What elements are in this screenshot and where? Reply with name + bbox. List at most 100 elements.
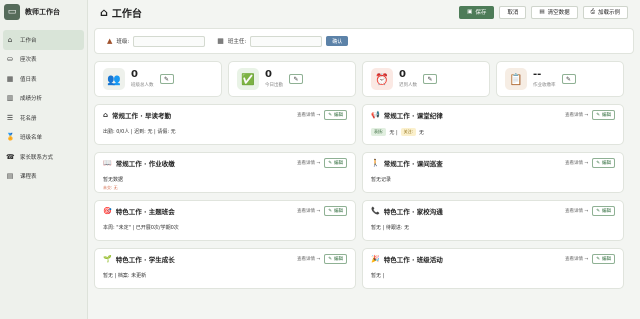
card-body-text: 暂无 | 档案: 未更新	[103, 273, 147, 279]
work-card: 🌱 特色工作 · 学生成长 查看详情 → ✎ 编辑 暂无 | 档案: 未更新	[94, 248, 356, 289]
pencil-icon: ✎	[328, 112, 332, 118]
edit-stat-button[interactable]: ✎	[423, 74, 437, 84]
edit-label: 编辑	[334, 161, 343, 166]
confirm-button[interactable]: 确认	[326, 36, 349, 46]
card-actions: 查看详情 → ✎ 编辑	[297, 206, 347, 216]
pencil-icon: ✎	[596, 160, 600, 166]
view-detail-link[interactable]: 查看详情 →	[565, 160, 588, 166]
sidebar-item-7[interactable]: ▤ 课程表	[0, 167, 87, 187]
card-title: 🚶 常规工作 · 课间巡查	[371, 158, 443, 168]
work-card: 🎯 特色工作 · 主题班会 查看详情 → ✎ 编辑 本周: "未定" | 已开展0次/…	[94, 200, 356, 241]
card-body-text: 暂无记录	[371, 177, 392, 183]
card-actions: 查看详情 → ✎ 编辑	[565, 158, 615, 168]
sidebar-item-1[interactable]: ⛀ 座次表	[0, 50, 87, 70]
cancel-label: 取消	[507, 10, 519, 16]
save-button[interactable]: ▣ 保存	[459, 5, 495, 19]
sidebar-item-label: 家长联系方式	[20, 154, 54, 161]
card-body: 暂无 | 待跟进: 无	[371, 224, 615, 231]
list-icon: ☰	[6, 113, 14, 122]
target-icon: 🎯	[103, 207, 112, 215]
card-actions: 查看详情 → ✎ 编辑	[565, 254, 615, 264]
stat-card: ✅ 0 今日出勤 ✎	[228, 61, 356, 97]
card-title-text: 常规工作 · 课堂纪律	[383, 112, 443, 120]
edit-stat-button[interactable]: ✎	[159, 74, 174, 84]
stat-value: 0	[399, 69, 406, 80]
teacher-input[interactable]	[250, 35, 323, 47]
edit-button[interactable]: ✎ 编辑	[592, 254, 615, 264]
sidebar-item-5[interactable]: 🏅 班级名单	[0, 128, 87, 148]
medal-icon: 🏅	[6, 133, 15, 142]
sidebar-item-0[interactable]: ⌂ 工作台	[3, 30, 84, 50]
stat-text: -- 作业收缴率	[533, 70, 556, 89]
view-detail-link[interactable]: 查看详情 →	[297, 160, 320, 166]
edit-button[interactable]: ✎ 编辑	[324, 254, 347, 264]
edit-button[interactable]: ✎ 编辑	[592, 110, 615, 120]
card-actions: 查看详情 → ✎ 编辑	[297, 254, 347, 264]
work-card: ⌂ 常规工作 · 早读考勤 查看详情 → ✎ 编辑 出勤: 0/0人 | 迟到: 无 …	[94, 104, 356, 145]
phone-icon: 📞	[371, 207, 380, 215]
edit-stat-button[interactable]: ✎	[289, 74, 303, 84]
view-detail-link[interactable]: 查看详情 →	[297, 208, 320, 214]
sidebar: ▭ 教师工作台 ⌂ 工作台 ⛀ 座次表 ▦ 值日表 ▥ 成绩分析 ☰ 花名册 🏅 班级名单 ☎ 家长联系方…	[0, 0, 88, 319]
edit-button[interactable]: ✎ 编辑	[324, 110, 347, 120]
clear-label: 清空数据	[547, 10, 570, 16]
edit-stat-button[interactable]: ✎	[561, 74, 576, 84]
sidebar-item-3[interactable]: ▥ 成绩分析	[0, 89, 87, 109]
sidebar-item-6[interactable]: ☎ 家长联系方式	[0, 147, 87, 167]
edit-label: 编辑	[602, 113, 611, 118]
stat-text: 0 班级总人数	[131, 70, 154, 89]
card-title: 🌱 特色工作 · 学生成长	[103, 254, 175, 264]
stat-label: 作业收缴率	[533, 83, 556, 88]
app-name: 教师工作台	[25, 8, 60, 16]
save-label: 保存	[475, 10, 487, 16]
toolbar: ▣ 保存 取消 ▤ 清空数据 ⎙ 加载示例	[459, 5, 628, 19]
card-title-text: 特色工作 · 班级活动	[383, 256, 443, 264]
sidebar-item-label: 工作台	[20, 37, 37, 44]
cancel-button[interactable]: 取消	[499, 5, 527, 19]
chart-icon: ▥	[6, 94, 14, 103]
sidebar-item-2[interactable]: ▦ 值日表	[0, 69, 87, 89]
edit-button[interactable]: ✎ 编辑	[592, 206, 615, 216]
page-title: ⌂ 工作台	[100, 5, 142, 20]
clear-icon: ▤	[539, 9, 545, 15]
work-cards: ⌂ 常规工作 · 早读考勤 查看详情 → ✎ 编辑 出勤: 0/0人 | 迟到: 无 …	[94, 104, 634, 289]
praise-tag: 表扬:	[371, 128, 387, 136]
card-body-text: 暂无 | 待跟进: 无	[371, 225, 410, 231]
top-bar: ⌂ 工作台 ▣ 保存 取消 ▤ 清空数据 ⎙ 加载示例	[94, 0, 634, 24]
work-card: 🚶 常规工作 · 课间巡查 查看详情 → ✎ 编辑 暂无记录	[362, 152, 624, 193]
card-title-text: 特色工作 · 家校沟通	[383, 208, 443, 216]
stat-text: 0 迟到人数	[399, 69, 417, 89]
view-detail-link[interactable]: 查看详情 →	[297, 256, 320, 262]
work-card: 📖 常规工作 · 作业收缴 查看详情 → ✎ 编辑 暂无数据 未交: 无	[94, 152, 356, 193]
edit-button[interactable]: ✎ 编辑	[324, 206, 347, 216]
card-body: 表扬: 无 | 关注: 无	[371, 128, 615, 136]
load-example-button[interactable]: ⎙ 加载示例	[582, 5, 628, 19]
sidebar-item-label: 课程表	[20, 174, 37, 181]
save-icon: ▣	[467, 9, 473, 15]
card-body-text: 本周: "未定" | 已开展0次/学期0次	[103, 225, 179, 231]
class-label: 班级:	[116, 39, 130, 45]
timetable-icon: ▤	[6, 172, 14, 181]
card-title-text: 特色工作 · 学生成长	[115, 256, 175, 264]
card-title-text: 常规工作 · 课间巡查	[383, 160, 443, 168]
megaphone-icon: 📢	[371, 111, 380, 119]
edit-label: 编辑	[602, 257, 611, 262]
edit-button[interactable]: ✎ 编辑	[324, 158, 347, 168]
sidebar-item-4[interactable]: ☰ 花名册	[0, 108, 87, 128]
view-detail-link[interactable]: 查看详情 →	[565, 112, 588, 118]
pencil-icon: ✎	[328, 256, 332, 262]
clear-data-button[interactable]: ▤ 清空数据	[531, 5, 578, 19]
work-card: 🎉 特色工作 · 班级活动 查看详情 → ✎ 编辑 暂无 |	[362, 248, 624, 289]
view-detail-link[interactable]: 查看详情 →	[565, 208, 588, 214]
sidebar-item-label: 花名册	[20, 115, 37, 122]
class-input[interactable]	[133, 35, 206, 47]
view-detail-link[interactable]: 查看详情 →	[297, 112, 320, 118]
view-detail-link[interactable]: 查看详情 →	[565, 256, 588, 262]
class-info-bar: ▲ 班级: ▦ 班主任: 确认	[94, 28, 634, 54]
edit-label: 编辑	[334, 257, 343, 262]
edit-button[interactable]: ✎ 编辑	[592, 158, 615, 168]
card-header: 🎉 特色工作 · 班级活动 查看详情 → ✎ 编辑	[371, 254, 615, 264]
attention-tag: 关注:	[400, 128, 416, 136]
load-example-label: 加载示例	[597, 10, 620, 16]
stat-label: 今日出勤	[265, 83, 283, 88]
